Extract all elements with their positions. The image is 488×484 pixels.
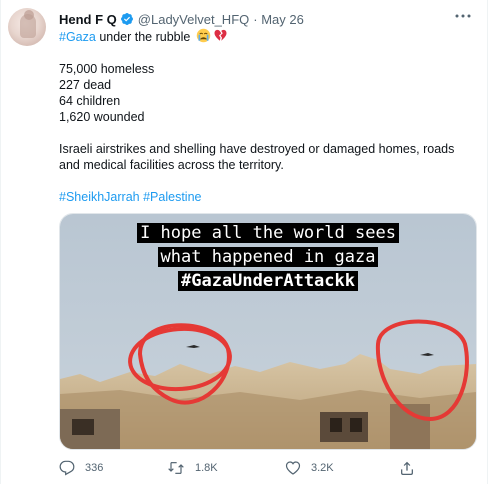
tweet-image[interactable]: I hope all the world sees what happened … <box>59 213 477 450</box>
hashtag-gaza[interactable]: #Gaza <box>59 30 96 44</box>
tweet-actions: 336 1.8K 3.2K <box>59 458 477 478</box>
reply-icon <box>59 460 75 476</box>
verified-badge-icon <box>120 13 133 25</box>
image-caption-line1: I hope all the world sees <box>60 222 476 244</box>
image-caption-line2: what happened in gaza <box>60 246 476 268</box>
like-count: 3.2K <box>311 462 334 474</box>
tweet-date[interactable]: · May 26 <box>253 12 304 27</box>
author-handle[interactable]: @LadyVelvet_HFQ <box>138 12 249 27</box>
tweet-paragraph: Israeli airstrikes and shelling have des… <box>59 142 455 172</box>
reply-button[interactable]: 336 <box>59 458 103 478</box>
hashtag-palestine[interactable]: #Palestine <box>143 190 201 204</box>
author-name[interactable]: Hend F Q <box>59 12 117 27</box>
image-caption-line3: #GazaUnderAttackk <box>60 270 476 292</box>
heart-icon <box>285 461 301 475</box>
hashtag-line: #SheikhJarrah #Palestine <box>59 189 477 205</box>
avatar[interactable] <box>8 8 46 46</box>
stat-wounded: 1,620 wounded <box>59 110 145 124</box>
retweet-icon <box>168 462 184 474</box>
broken-heart-icon <box>214 29 227 41</box>
more-horizontal-icon[interactable] <box>453 8 473 24</box>
first-line-text: under the rubble <box>95 30 194 44</box>
like-button[interactable]: 3.2K <box>285 458 334 478</box>
stat-dead: 227 dead <box>59 78 112 92</box>
retweet-count: 1.8K <box>195 462 218 474</box>
tweet[interactable]: Hend F Q @LadyVelvet_HFQ · May 26 #Gaza … <box>0 0 488 484</box>
share-icon <box>401 461 413 475</box>
stats-list: 75,000 homeless 227 dead 64 children 1,6… <box>59 61 477 125</box>
reply-count: 336 <box>85 462 104 474</box>
stat-homeless: 75,000 homeless <box>59 62 155 76</box>
crying-face-icon <box>196 28 211 43</box>
retweet-button[interactable]: 1.8K <box>167 458 218 478</box>
hashtag-sheikhjarrah[interactable]: #SheikhJarrah <box>59 190 140 204</box>
tweet-header: Hend F Q @LadyVelvet_HFQ · May 26 <box>59 10 304 28</box>
tweet-first-line: #Gaza under the rubble <box>59 28 477 45</box>
share-button[interactable] <box>399 458 425 478</box>
stat-children: 64 children <box>59 94 121 108</box>
